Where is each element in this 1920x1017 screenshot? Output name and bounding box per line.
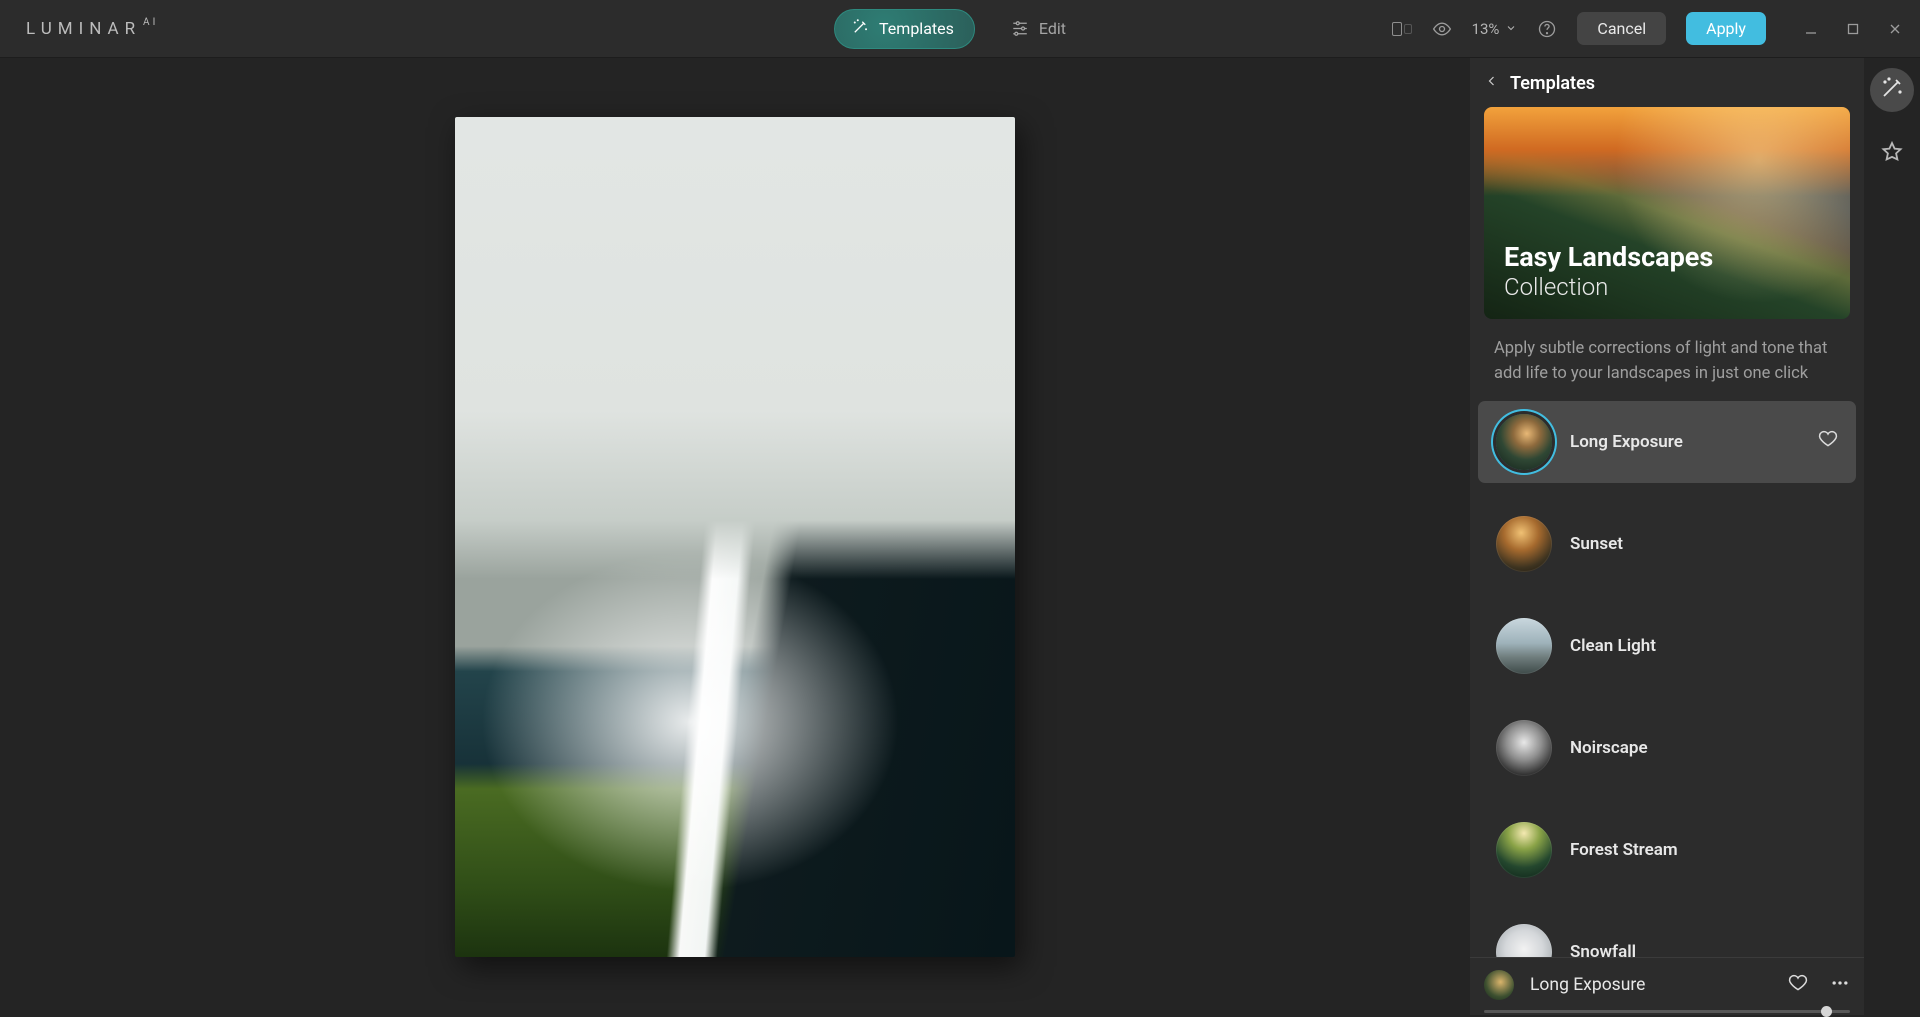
window-maximize-icon[interactable] bbox=[1846, 22, 1860, 36]
collection-description: Apply subtle corrections of light and to… bbox=[1470, 319, 1864, 401]
help-icon[interactable] bbox=[1537, 19, 1557, 39]
template-label: Forest Stream bbox=[1570, 840, 1838, 860]
template-label: Noirscape bbox=[1570, 738, 1838, 758]
photo-preview bbox=[455, 117, 1015, 957]
window-controls bbox=[1804, 22, 1902, 36]
template-thumbnail bbox=[1496, 822, 1552, 878]
window-close-icon[interactable] bbox=[1888, 22, 1902, 36]
back-button[interactable] bbox=[1486, 72, 1498, 95]
top-right-controls: 13% Cancel Apply bbox=[1392, 12, 1902, 45]
favorites-rail-button[interactable] bbox=[1870, 132, 1914, 176]
heart-icon bbox=[1788, 978, 1808, 997]
cancel-button-label: Cancel bbox=[1597, 19, 1646, 38]
applied-template-bar: Long Exposure bbox=[1470, 957, 1864, 1015]
star-icon bbox=[1880, 140, 1904, 168]
ai-suggestions-button[interactable] bbox=[1870, 68, 1914, 112]
collection-card[interactable]: Easy Landscapes Collection bbox=[1484, 107, 1850, 319]
heart-icon bbox=[1818, 429, 1838, 454]
template-label: Long Exposure bbox=[1570, 432, 1800, 452]
template-item-noirscape[interactable]: Noirscape bbox=[1478, 707, 1856, 789]
crop-tool-icon[interactable] bbox=[1392, 22, 1412, 36]
top-bar: LUMINARAI Templates Edit bbox=[0, 0, 1920, 58]
apply-button[interactable]: Apply bbox=[1686, 12, 1766, 45]
collection-text: Easy Landscapes Collection bbox=[1504, 241, 1713, 301]
templates-panel: Templates Easy Landscapes Collection App… bbox=[1470, 58, 1864, 1015]
panel-title: Templates bbox=[1510, 73, 1595, 94]
template-item-sunset[interactable]: Sunset bbox=[1478, 503, 1856, 585]
app-brand: LUMINAR bbox=[26, 19, 141, 39]
canvas-area[interactable] bbox=[0, 58, 1470, 1015]
favorite-button[interactable] bbox=[1818, 429, 1838, 454]
template-thumbnail bbox=[1496, 720, 1552, 776]
cancel-button[interactable]: Cancel bbox=[1577, 12, 1666, 45]
collection-subtitle: Collection bbox=[1504, 273, 1713, 301]
edit-tab-label: Edit bbox=[1039, 19, 1066, 38]
template-thumbnail bbox=[1496, 924, 1552, 958]
chevron-left-icon bbox=[1486, 72, 1498, 95]
app-logo: LUMINARAI bbox=[26, 19, 158, 39]
template-item-clean-light[interactable]: Clean Light bbox=[1478, 605, 1856, 687]
mode-switcher: Templates Edit bbox=[834, 9, 1086, 49]
template-list: Long Exposure Sunset Clean Light Noirscape F… bbox=[1470, 401, 1864, 958]
template-thumbnail bbox=[1496, 516, 1552, 572]
apply-button-label: Apply bbox=[1706, 19, 1746, 38]
applied-template-name: Long Exposure bbox=[1530, 975, 1772, 995]
collection-title: Easy Landscapes bbox=[1504, 241, 1713, 273]
template-item-forest-stream[interactable]: Forest Stream bbox=[1478, 809, 1856, 891]
chevron-down-icon bbox=[1505, 20, 1517, 38]
templates-tab-label: Templates bbox=[879, 19, 954, 38]
template-thumbnail bbox=[1496, 618, 1552, 674]
app-brand-suffix: AI bbox=[143, 17, 158, 28]
template-label: Sunset bbox=[1570, 534, 1838, 554]
applied-thumbnail bbox=[1484, 970, 1514, 1000]
zoom-dropdown[interactable]: 13% bbox=[1472, 20, 1518, 38]
sliders-icon bbox=[1011, 18, 1029, 40]
window-minimize-icon[interactable] bbox=[1804, 22, 1818, 36]
intensity-slider[interactable] bbox=[1484, 1010, 1850, 1013]
zoom-value: 13% bbox=[1472, 20, 1500, 38]
magic-wand-icon bbox=[1880, 76, 1904, 104]
template-label: Snowfall bbox=[1570, 942, 1838, 958]
more-options-button[interactable] bbox=[1830, 973, 1850, 997]
right-rail bbox=[1864, 58, 1920, 1015]
slider-handle[interactable] bbox=[1821, 1006, 1832, 1017]
template-label: Clean Light bbox=[1570, 636, 1838, 656]
more-icon bbox=[1830, 978, 1850, 997]
template-thumbnail bbox=[1496, 414, 1552, 470]
panel-header: Templates bbox=[1470, 58, 1864, 107]
magic-icon bbox=[851, 18, 869, 40]
template-item-long-exposure[interactable]: Long Exposure bbox=[1478, 401, 1856, 483]
favorite-applied-button[interactable] bbox=[1788, 973, 1808, 997]
main-area: Templates Easy Landscapes Collection App… bbox=[0, 58, 1920, 1015]
preview-toggle-icon[interactable] bbox=[1432, 19, 1452, 39]
edit-tab[interactable]: Edit bbox=[995, 10, 1086, 48]
templates-tab[interactable]: Templates bbox=[834, 9, 975, 49]
template-item-snowfall[interactable]: Snowfall bbox=[1478, 911, 1856, 958]
